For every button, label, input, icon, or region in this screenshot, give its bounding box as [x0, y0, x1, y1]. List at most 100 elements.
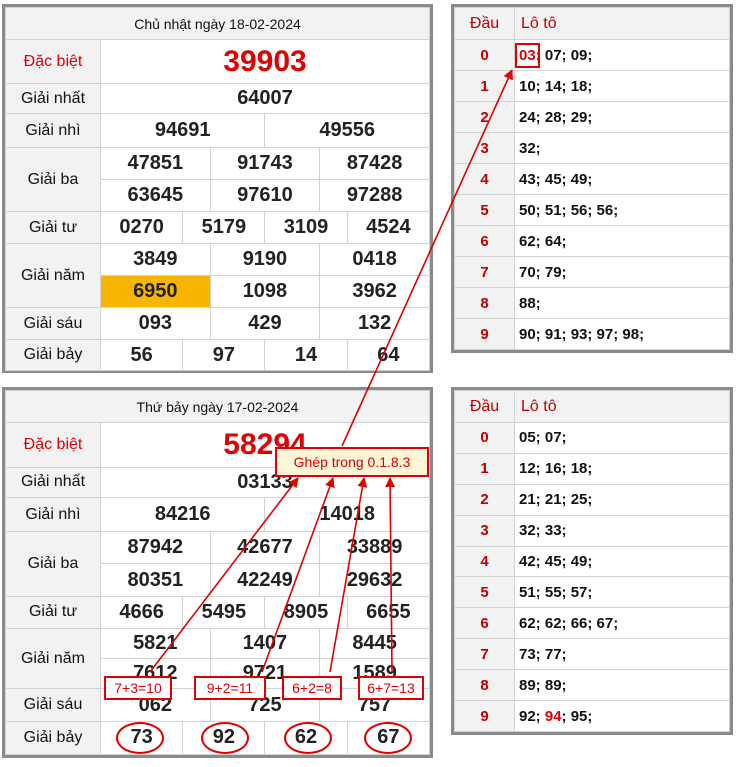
label-second: Giải nhì	[5, 113, 101, 148]
loto-values: 32;	[514, 132, 730, 164]
label-first: Giải nhất	[5, 83, 101, 114]
fifth-prize: 3962	[319, 275, 430, 308]
loto-head-dau: Đầu	[454, 7, 515, 40]
loto-values-rest: ; 07; 09;	[535, 46, 593, 64]
sixth-prize: 132	[319, 307, 430, 340]
sum-note: 9+2=11	[194, 676, 266, 700]
highlight-circle	[284, 722, 332, 754]
fourth-prize: 5179	[182, 211, 266, 244]
label-seventh: Giải bảy	[5, 339, 101, 371]
loto-dau: 1	[454, 452, 515, 485]
fourth-prize: 4666	[99, 595, 184, 629]
sum-note: 6+7=13	[358, 676, 424, 700]
loto-dau: 7	[454, 256, 515, 288]
label-sixth: Giải sáu	[5, 688, 101, 722]
loto-dau: 1	[454, 70, 515, 102]
sum-note: 7+3=10	[104, 676, 172, 700]
loto-values: 73; 77;	[514, 638, 730, 671]
third-prize: 87428	[319, 147, 430, 180]
fourth-prize: 8905	[264, 595, 348, 629]
second-prize: 49556	[264, 113, 430, 148]
third-prize: 97610	[209, 179, 321, 212]
third-prize: 42249	[209, 563, 321, 597]
third-prize: 87942	[100, 531, 211, 565]
second-prize: 14018	[264, 496, 430, 533]
special-prize: 39903	[100, 39, 430, 84]
loto-dau: 9	[454, 318, 515, 350]
loto-values: 92; 94; 95;	[514, 700, 730, 732]
loto-values: 24; 28; 29;	[514, 101, 730, 133]
fifth-prize: 8445	[319, 627, 430, 660]
fifth-prize: 1407	[209, 627, 321, 660]
fifth-prize: 9190	[209, 243, 321, 276]
loto-values: 32; 33;	[514, 514, 730, 547]
loto-dau: 3	[454, 132, 515, 164]
loto-values: 62; 64;	[514, 225, 730, 257]
loto-values: 89; 89;	[514, 669, 730, 702]
label-special: Đặc biệt	[5, 39, 101, 84]
loto-values: 50; 51; 56; 56;	[514, 194, 730, 226]
loto-dau: 9	[454, 700, 515, 732]
loto-values: 88;	[514, 287, 730, 319]
second-prize: 84216	[99, 496, 266, 533]
fifth-prize: 3849	[100, 243, 211, 276]
first-prize: 64007	[100, 83, 430, 114]
loto-dau: 2	[454, 101, 515, 133]
loto-dau: 0	[454, 422, 515, 454]
loto-values: 42; 45; 49;	[514, 545, 730, 578]
loto-dau: 4	[454, 163, 515, 195]
loto-dau: 8	[454, 669, 515, 702]
label-fifth: Giải năm	[5, 627, 101, 690]
loto-values-part: 92;	[519, 707, 545, 725]
highlight-circle	[201, 722, 249, 754]
fifth-prize: 5821	[100, 627, 211, 660]
fifth-prize-highlighted: 6950	[100, 275, 211, 308]
loto-table-day1: Đầu Lô tô 0 03; 07; 09; 1 10; 14; 18; 2 24…	[451, 4, 733, 353]
table-title: Chủ nhật ngày 18-02-2024	[5, 7, 430, 40]
loto-dau: 6	[454, 607, 515, 640]
loto-head-loto: Lô tô	[514, 390, 730, 423]
loto-values: 10; 14; 18;	[514, 70, 730, 102]
loto-highlight-94: 94	[544, 707, 562, 725]
second-prize: 94691	[99, 113, 266, 148]
loto-values: 43; 45; 49;	[514, 163, 730, 195]
fifth-prize: 0418	[319, 243, 430, 276]
loto-highlight-03: 03	[515, 42, 540, 68]
loto-head-dau: Đầu	[454, 390, 515, 423]
loto-values: 03; 07; 09;	[514, 39, 730, 71]
label-third: Giải ba	[5, 147, 101, 212]
loto-dau: 4	[454, 545, 515, 578]
fourth-prize: 3109	[264, 211, 348, 244]
loto-dau: 5	[454, 194, 515, 226]
label-sixth: Giải sáu	[5, 307, 101, 340]
loto-dau: 5	[454, 576, 515, 609]
third-prize: 47851	[100, 147, 211, 180]
loto-values: 62; 62; 66; 67;	[514, 607, 730, 640]
highlight-circle	[116, 722, 164, 754]
fourth-prize: 4524	[346, 211, 431, 244]
result-table-day1: Chủ nhật ngày 18-02-2024 Đặc biệt 39903 …	[2, 4, 433, 373]
seventh-prize: 97	[182, 339, 266, 371]
sixth-prize: 093	[100, 307, 211, 340]
loto-dau: 6	[454, 225, 515, 257]
result-table-day2: Thứ bảy ngày 17-02-2024 Đặc biệt 58294 G…	[2, 387, 433, 758]
loto-dau: 7	[454, 638, 515, 671]
loto-dau: 2	[454, 483, 515, 516]
third-prize: 42677	[209, 531, 321, 565]
loto-table-day2: Đầu Lô tô 0 05; 07; 1 12; 16; 18; 2 21; 21;…	[451, 387, 733, 735]
seventh-prize: 56	[99, 339, 184, 371]
label-fourth: Giải tư	[5, 211, 101, 244]
label-first: Giải nhất	[5, 466, 101, 498]
fourth-prize: 0270	[99, 211, 184, 244]
fourth-prize: 6655	[346, 595, 431, 629]
third-prize: 91743	[209, 147, 321, 180]
fourth-prize: 5495	[182, 595, 266, 629]
loto-dau: 8	[454, 287, 515, 319]
loto-dau: 0	[454, 39, 515, 71]
third-prize: 29632	[319, 563, 430, 597]
label-fifth: Giải năm	[5, 243, 101, 308]
label-special: Đặc biệt	[5, 422, 101, 468]
loto-head-loto: Lô tô	[514, 7, 730, 40]
seventh-prize: 64	[346, 339, 431, 371]
loto-values: 90; 91; 93; 97; 98;	[514, 318, 730, 350]
